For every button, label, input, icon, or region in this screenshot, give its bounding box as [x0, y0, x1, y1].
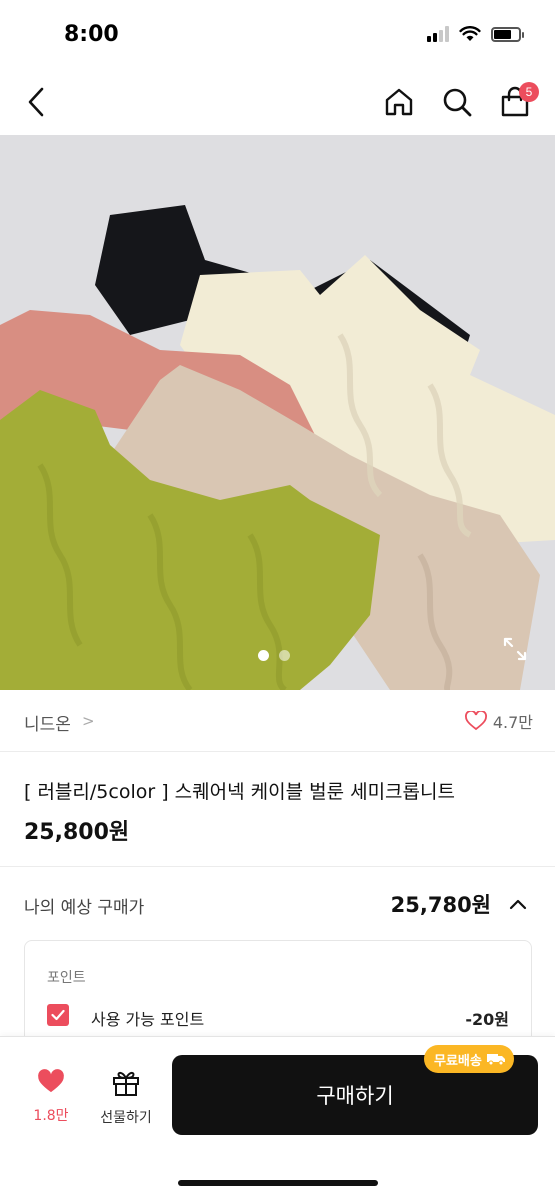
expand-icon[interactable] — [501, 635, 529, 663]
heart-filled-icon — [38, 1069, 64, 1093]
top-navigation: 5 — [0, 70, 555, 135]
chevron-right-icon: > — [82, 712, 95, 730]
gift-icon — [113, 1071, 139, 1096]
available-points-label: 사용 가능 포인트 — [91, 1010, 205, 1029]
estimated-price-label: 나의 예상 구매가 — [24, 898, 145, 918]
bottom-action-bar: 1.8만 선물하기 구매하기 무료배송 — [0, 1036, 555, 1200]
pagination-dot-active[interactable] — [258, 650, 269, 661]
points-checkbox[interactable] — [47, 1004, 69, 1026]
heart-outline-icon — [464, 711, 487, 731]
pagination-dot[interactable] — [279, 650, 290, 661]
shop-row: 니드온 > 4.7만 — [0, 690, 555, 752]
home-icon — [385, 88, 413, 116]
truck-icon — [486, 1054, 505, 1066]
back-button[interactable] — [18, 82, 54, 122]
available-points-value: -20원 — [465, 1010, 509, 1029]
search-button[interactable] — [439, 82, 475, 122]
wifi-icon — [459, 26, 481, 41]
divider — [0, 866, 555, 867]
shop-likes-count: 4.7만 — [492, 713, 533, 732]
free-shipping-badge: 무료배송 — [424, 1045, 514, 1073]
like-count: 1.8만 — [33, 1108, 69, 1124]
status-time: 8:00 — [64, 22, 119, 47]
status-bar: 8:00 — [0, 0, 555, 70]
home-button[interactable] — [381, 82, 417, 122]
product-title: [ 러블리/5color ] 스퀘어넥 케이블 벌룬 세미크롭니트 — [24, 781, 455, 803]
checkmark-icon — [51, 1009, 65, 1021]
gift-button[interactable]: 선물하기 — [92, 1069, 160, 1139]
chevron-left-icon — [28, 87, 44, 117]
gift-label: 선물하기 — [100, 1110, 152, 1126]
shop-likes[interactable]: 4.7만 — [464, 709, 533, 733]
home-indicator — [178, 1180, 378, 1186]
product-price: 25,800원 — [24, 820, 130, 845]
battery-icon — [491, 26, 524, 42]
cart-button[interactable]: 5 — [497, 82, 539, 122]
points-label: 포인트 — [47, 970, 86, 986]
status-icons — [427, 26, 524, 42]
signal-icon — [427, 26, 449, 42]
search-icon — [443, 88, 472, 117]
product-photo — [0, 135, 555, 690]
estimated-price-value: 25,780원 — [390, 893, 491, 917]
image-pagination[interactable] — [258, 650, 290, 661]
like-button[interactable]: 1.8만 — [20, 1069, 82, 1139]
product-image[interactable] — [0, 135, 555, 690]
free-shipping-label: 무료배송 — [434, 1053, 482, 1069]
cart-count-badge: 5 — [519, 82, 539, 102]
buy-button-label: 구매하기 — [316, 1085, 394, 1108]
shop-name-link[interactable]: 니드온 — [24, 710, 71, 735]
chevron-up-icon[interactable] — [507, 893, 529, 915]
